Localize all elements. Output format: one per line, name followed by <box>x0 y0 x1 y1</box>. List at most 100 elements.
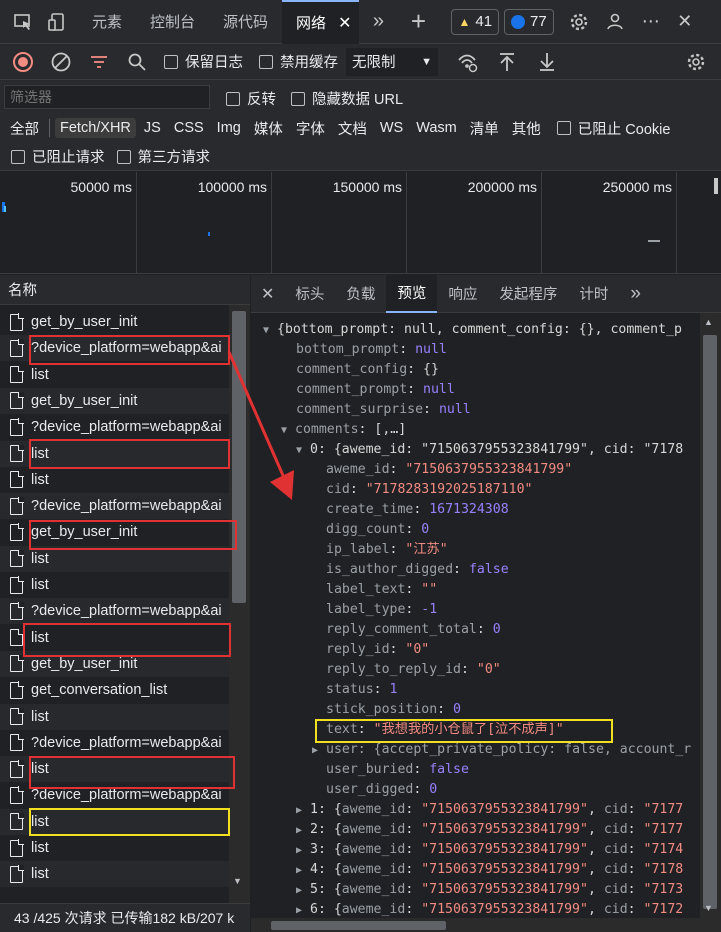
type-css[interactable]: CSS <box>169 118 209 138</box>
json-line[interactable]: comment_prompt: null <box>296 380 455 400</box>
network-overview-timeline[interactable]: 50000 ms 100000 ms 150000 ms 200000 ms 2… <box>0 172 721 274</box>
filter-icon[interactable] <box>84 47 114 77</box>
json-line[interactable]: label_type: -1 <box>326 600 437 620</box>
json-line[interactable]: reply_comment_total: 0 <box>326 620 501 640</box>
json-line[interactable]: ▶ 1: {aweme_id: "7150637955323841799", ci… <box>296 800 683 820</box>
tab-response[interactable]: 响应 <box>437 275 488 313</box>
type-ws[interactable]: WS <box>375 118 408 138</box>
tab-headers[interactable]: 标头 <box>284 275 335 313</box>
close-detail-icon[interactable]: ✕ <box>251 275 284 313</box>
json-line[interactable]: comment_config: {} <box>296 360 439 380</box>
request-row[interactable]: list <box>0 467 232 493</box>
request-row[interactable]: get_conversation_list <box>0 677 232 703</box>
type-fetch-xhr[interactable]: Fetch/XHR <box>55 118 136 138</box>
scroll-up-icon[interactable]: ▲ <box>704 317 713 327</box>
request-row[interactable]: get_by_user_init <box>0 387 232 415</box>
issues-badge[interactable]: 77 <box>504 8 554 35</box>
invert-checkbox[interactable]: 反转 <box>226 88 276 109</box>
json-line[interactable]: reply_to_reply_id: "0" <box>326 660 501 680</box>
json-line[interactable]: ▶ 3: {aweme_id: "7150637955323841799", ci… <box>296 840 683 860</box>
json-line[interactable]: ip_label: "江苏" <box>326 540 448 560</box>
request-row[interactable]: ?device_platform=webapp&ai <box>0 730 232 756</box>
type-manifest[interactable]: 清单 <box>465 116 504 141</box>
more-tabs-icon[interactable]: » <box>619 275 652 313</box>
json-line[interactable]: stick_position: 0 <box>326 700 461 720</box>
network-conditions-icon[interactable] <box>452 47 482 77</box>
export-har-icon[interactable] <box>532 47 562 77</box>
json-line[interactable]: status: 1 <box>326 680 397 700</box>
request-row[interactable]: list <box>0 703 232 730</box>
filter-input[interactable] <box>4 85 210 109</box>
tab-console[interactable]: 控制台 <box>136 0 209 44</box>
request-row[interactable]: get_by_user_init <box>0 309 232 335</box>
scrollbar-thumb[interactable] <box>703 335 717 909</box>
type-all[interactable]: 全部 <box>5 116 44 141</box>
json-line[interactable]: reply_id: "0" <box>326 640 429 660</box>
json-root-line[interactable]: ▼ {bottom_prompt: null, comment_config: {… <box>263 320 682 340</box>
tab-network[interactable]: 网络 ✕ <box>282 0 360 44</box>
type-doc[interactable]: 文档 <box>333 116 372 141</box>
scroll-down-icon[interactable]: ▼ <box>233 876 242 886</box>
record-icon[interactable] <box>8 47 38 77</box>
json-line[interactable]: cid: "7178283192025187110" <box>326 480 532 500</box>
json-line[interactable]: ▶ 4: {aweme_id: "7150637955323841799", ci… <box>296 860 683 880</box>
request-row[interactable]: ?device_platform=webapp&ai <box>0 493 232 520</box>
json-line[interactable]: ▶ 2: {aweme_id: "7150637955323841799", ci… <box>296 820 683 840</box>
json-line[interactable]: ▶ 5: {aweme_id: "7150637955323841799", ci… <box>296 880 683 900</box>
type-wasm[interactable]: Wasm <box>411 118 462 138</box>
request-row[interactable]: list <box>0 572 232 598</box>
request-row[interactable]: list <box>0 861 232 888</box>
json-line[interactable]: create_time: 1671324308 <box>326 500 509 520</box>
tab-payload[interactable]: 负载 <box>335 275 386 313</box>
horizontal-scrollbar-thumb[interactable] <box>271 921 446 930</box>
close-devtools-icon[interactable]: ✕ <box>670 7 700 37</box>
json-line[interactable]: ▼ 0: {aweme_id: "7150637955323841799", ci… <box>296 440 683 460</box>
type-media[interactable]: 媒体 <box>249 116 288 141</box>
settings-gear-icon[interactable] <box>564 7 594 37</box>
blocked-requests-checkbox[interactable]: 已阻止请求 <box>11 146 105 167</box>
throttling-select[interactable]: 无限制 ▼ <box>346 47 438 76</box>
timeline-scroll-handle[interactable] <box>714 178 718 194</box>
close-tab-icon[interactable]: ✕ <box>338 13 351 33</box>
json-line[interactable]: ▼ comments: [,…] <box>281 420 406 440</box>
tab-sources[interactable]: 源代码 <box>209 0 282 44</box>
request-row[interactable]: ?device_platform=webapp&ai <box>0 414 232 440</box>
scroll-down-icon[interactable]: ▼ <box>704 903 713 913</box>
json-line[interactable]: aweme_id: "7150637955323841799" <box>326 460 572 480</box>
name-column-header[interactable]: 名称 <box>0 275 250 305</box>
warnings-badge[interactable]: ▲ 41 <box>451 8 500 35</box>
blocked-cookies-checkbox[interactable]: 已阻止 Cookie <box>556 118 670 139</box>
json-line[interactable]: digg_count: 0 <box>326 520 429 540</box>
more-tabs-icon[interactable]: » <box>363 7 393 37</box>
search-icon[interactable] <box>122 47 152 77</box>
tab-preview[interactable]: 预览 <box>386 274 438 313</box>
json-line[interactable]: user_digged: 0 <box>326 780 437 800</box>
type-img[interactable]: Img <box>212 118 246 138</box>
json-line[interactable]: bottom_prompt: null <box>296 340 447 360</box>
scrollbar-thumb[interactable] <box>232 311 246 603</box>
more-options-icon[interactable]: ⋯ <box>636 7 666 37</box>
json-line[interactable]: label_text: "" <box>326 580 437 600</box>
preserve-log-checkbox[interactable]: 保留日志 <box>164 51 243 72</box>
json-line[interactable]: comment_surprise: null <box>296 400 471 420</box>
json-line[interactable]: ▶ user: {accept_private_policy: false, ac… <box>312 740 691 760</box>
add-tab-icon[interactable]: + <box>403 6 433 37</box>
disable-cache-checkbox[interactable]: 禁用缓存 <box>259 51 338 72</box>
json-line[interactable]: ▶ 6: {aweme_id: "7150637955323841799", ci… <box>296 900 683 918</box>
tab-timing[interactable]: 计时 <box>568 275 619 313</box>
type-js[interactable]: JS <box>139 118 166 138</box>
third-party-checkbox[interactable]: 第三方请求 <box>116 146 210 167</box>
hide-data-urls-checkbox[interactable]: 隐藏数据 URL <box>291 88 403 109</box>
type-font[interactable]: 字体 <box>291 116 330 141</box>
type-other[interactable]: 其他 <box>507 116 546 141</box>
tab-initiator[interactable]: 发起程序 <box>488 275 568 313</box>
request-row[interactable]: list <box>0 835 232 861</box>
inspect-element-icon[interactable] <box>8 7 38 37</box>
json-line[interactable]: user_buried: false <box>326 760 469 780</box>
clear-icon[interactable] <box>46 47 76 77</box>
network-settings-gear-icon[interactable] <box>681 47 711 77</box>
request-row[interactable]: ?device_platform=webapp&ai <box>0 598 232 625</box>
user-feedback-icon[interactable] <box>600 7 630 37</box>
device-toolbar-icon[interactable] <box>42 7 72 37</box>
json-line[interactable]: is_author_digged: false <box>326 560 509 580</box>
